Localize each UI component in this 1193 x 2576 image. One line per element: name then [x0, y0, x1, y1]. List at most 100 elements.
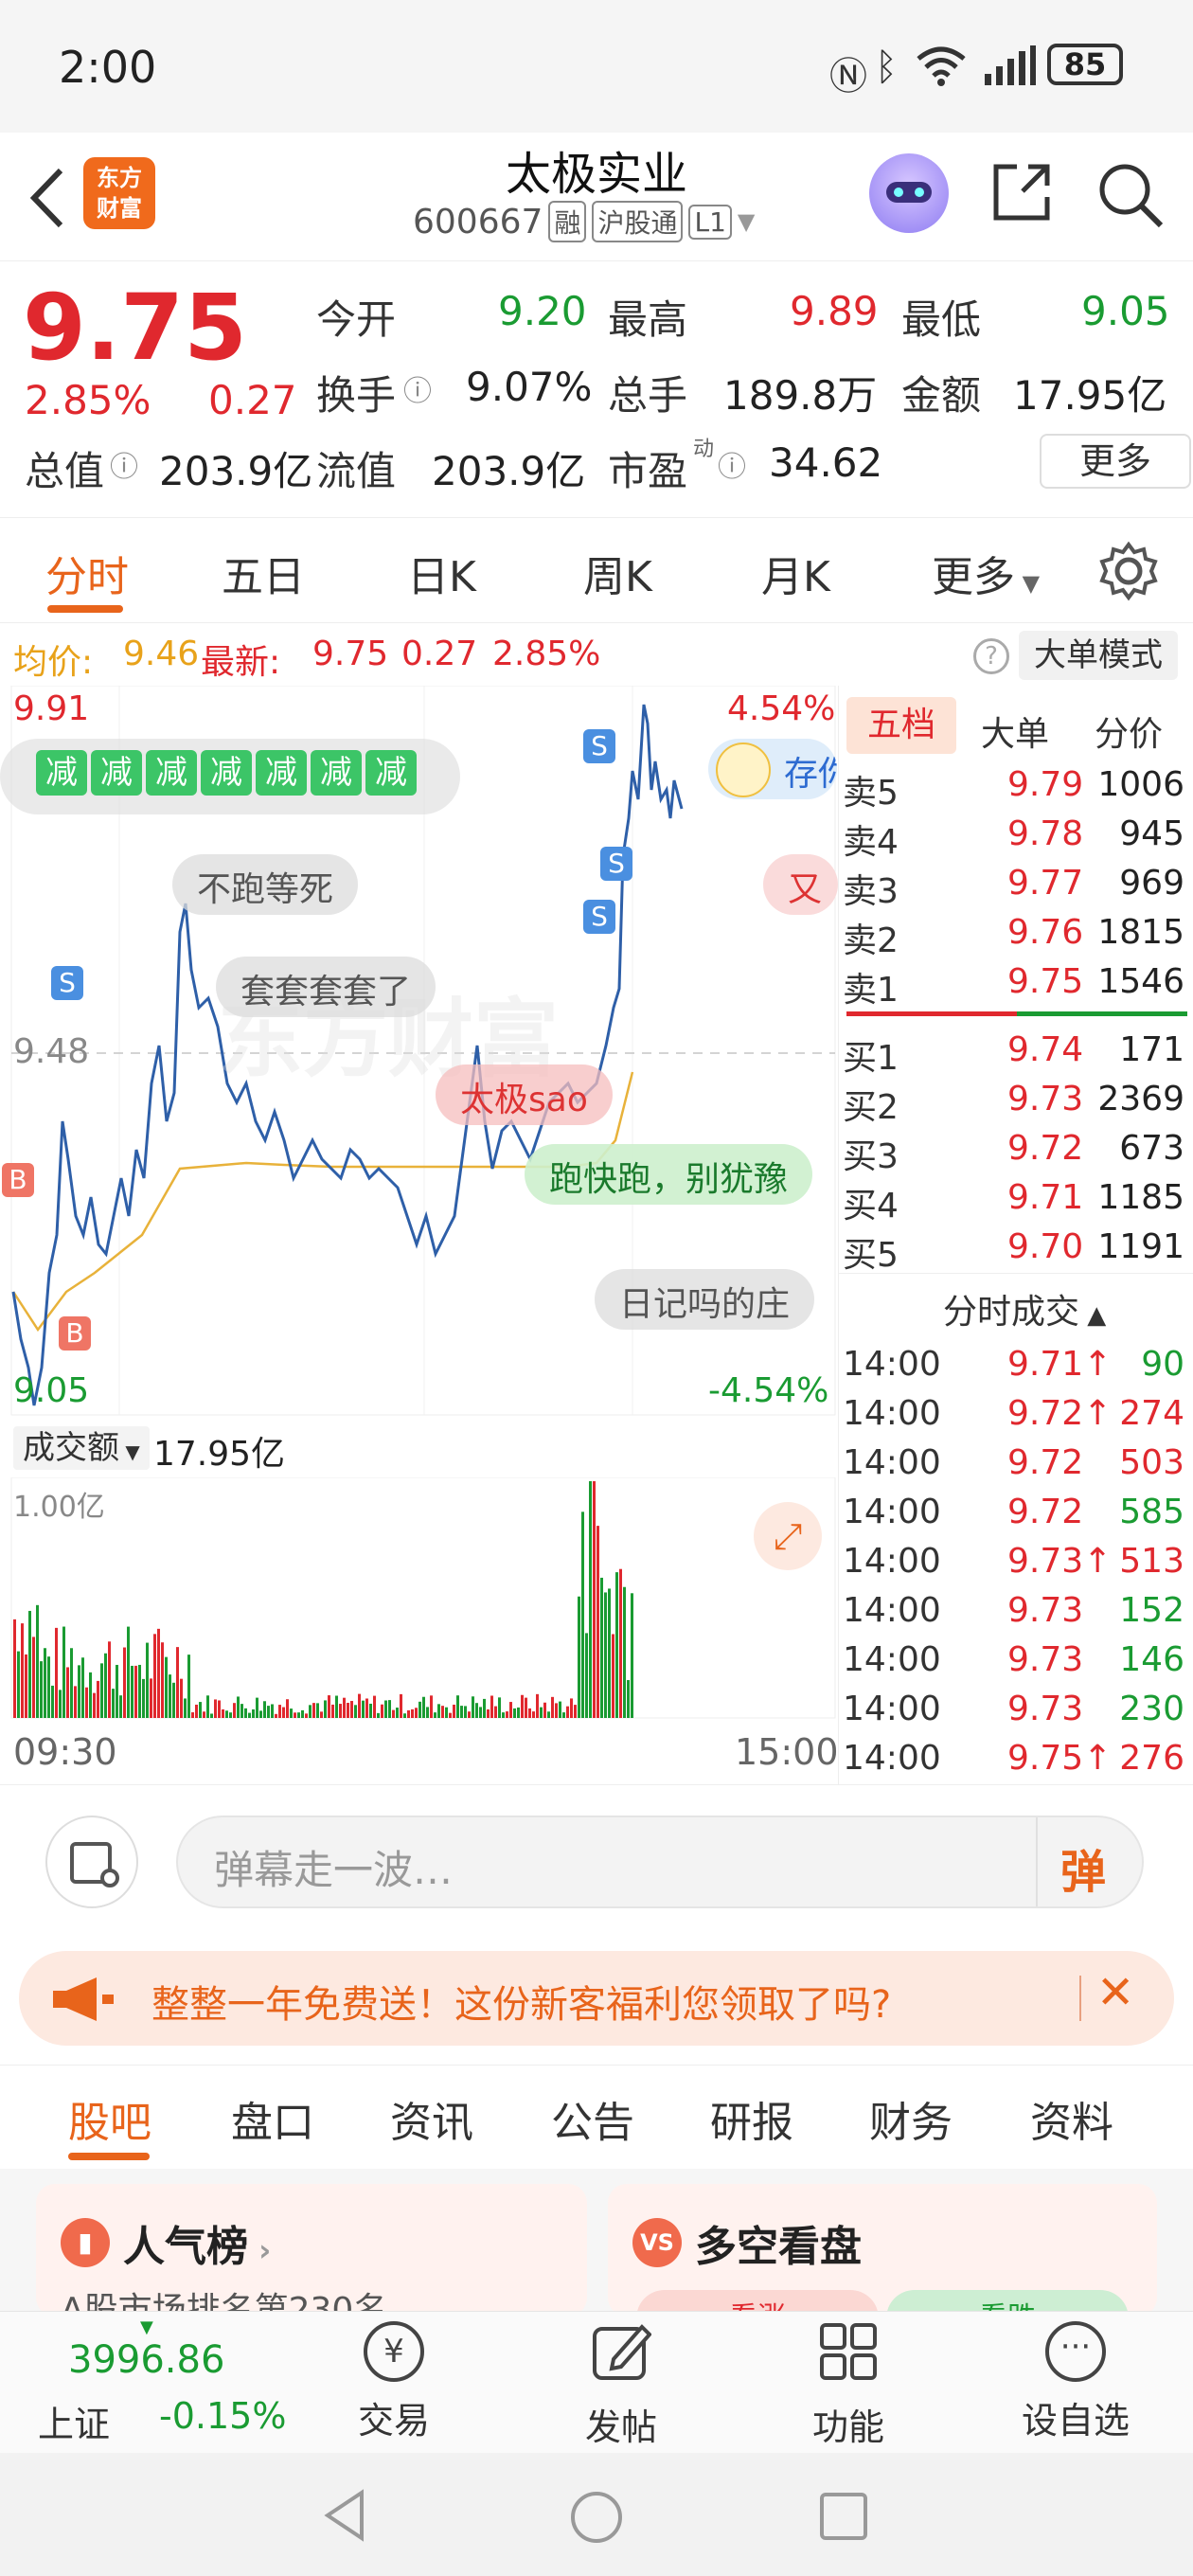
bid-level-row[interactable]: 买4 9.71 1185: [839, 1174, 1193, 1225]
ask-level-volume: 1546: [1097, 962, 1184, 1001]
low-value: 9.05: [1081, 288, 1170, 334]
tab-profile[interactable]: 资料: [1030, 2088, 1113, 2149]
tab-monthly-k[interactable]: 月K: [761, 543, 830, 603]
robot-assistant-icon[interactable]: [869, 153, 949, 233]
index-change[interactable]: -0.15%: [159, 2395, 286, 2437]
settings-gear-icon[interactable]: [1098, 541, 1159, 601]
ask-level-row[interactable]: 卖3 9.77 969: [839, 860, 1193, 911]
bid-level-price: 9.73: [1007, 1080, 1084, 1118]
tick-price: 9.73: [1007, 1640, 1084, 1679]
pe-sup: 动: [693, 438, 715, 461]
volume-bar: [85, 1687, 88, 1718]
bid-level-row[interactable]: 买1 9.74 171: [839, 1027, 1193, 1078]
tab-financials[interactable]: 财务: [869, 2088, 953, 2149]
volume-bar: [240, 1704, 243, 1718]
latest-change: 0.27: [401, 635, 478, 673]
volume-bar: [445, 1707, 448, 1718]
volume-bar: [222, 1708, 224, 1718]
volume-bar: [59, 1690, 62, 1718]
volume-bar: [392, 1709, 395, 1718]
ask-level-row[interactable]: 卖5 9.79 1006: [839, 761, 1193, 813]
volume-bar: [180, 1678, 183, 1718]
volume-bar: [146, 1642, 149, 1718]
tab-announcements[interactable]: 公告: [551, 2088, 634, 2149]
danmu-bubble[interactable]: 跑快跑，别犹豫: [525, 1144, 813, 1205]
danmu-send-button[interactable]: 弹: [1060, 1834, 1106, 1901]
nav-post[interactable]: 发帖: [564, 2321, 678, 2450]
danmu-bubble[interactable]: 又: [763, 854, 838, 915]
axis-bottom-price: 9.05: [13, 1371, 90, 1410]
help-icon[interactable]: ?: [973, 638, 1009, 674]
danmu-bubble[interactable]: 套套套套了: [216, 957, 436, 1017]
chevron-down-icon[interactable]: ▼: [738, 208, 755, 235]
ticks-title[interactable]: 分时成交 ▲: [943, 1284, 1106, 1333]
search-icon[interactable]: [1095, 159, 1166, 231]
share-icon[interactable]: [988, 159, 1055, 225]
volume-bar: [456, 1695, 459, 1718]
tab-five-day[interactable]: 五日: [222, 543, 305, 603]
index-name[interactable]: 上证: [38, 2395, 110, 2447]
tick-price: 9.72: [1007, 1493, 1084, 1531]
danmu-settings-icon[interactable]: [45, 1816, 138, 1908]
sell-marker: S: [51, 966, 83, 1000]
promo-banner[interactable]: 整整一年免费送！这份新客福利您领取了吗? ✕: [19, 1951, 1174, 2046]
bid-level-volume: 1185: [1097, 1178, 1184, 1217]
tab-big-orders[interactable]: 大单: [981, 707, 1049, 756]
tab-more[interactable]: 更多 ▼: [932, 543, 1040, 603]
ask-bid-ratio-green: [1017, 1011, 1187, 1016]
close-icon[interactable]: ✕: [1096, 1966, 1134, 2019]
nav-add-watchlist[interactable]: ··· 设自选: [1019, 2321, 1132, 2443]
tab-price-distribution[interactable]: 分价: [1095, 707, 1163, 756]
volume-bar: [47, 1656, 50, 1718]
danmu-input[interactable]: 弹幕走一波… 弹: [176, 1816, 1144, 1908]
tab-research[interactable]: 研报: [710, 2088, 793, 2149]
sell-marker: S: [583, 900, 615, 934]
high-label: 最高: [608, 296, 688, 343]
more-button[interactable]: 更多: [1040, 434, 1191, 489]
nav-functions[interactable]: 功能: [792, 2321, 905, 2450]
volume-type-selector[interactable]: 成交额 ▼: [13, 1426, 150, 1470]
tab-intraday[interactable]: 分时: [45, 543, 129, 603]
volume-bar: [116, 1664, 118, 1718]
volume-bar: [407, 1709, 410, 1718]
tab-forum[interactable]: 股吧: [68, 2088, 151, 2149]
index-value[interactable]: 3996.86: [68, 2338, 224, 2382]
big-order-mode-button[interactable]: 大单模式: [1019, 631, 1178, 680]
danmu-bubble[interactable]: 太极sao: [436, 1064, 613, 1125]
volume-bar: [547, 1711, 550, 1718]
tab-daily-k[interactable]: 日K: [407, 543, 476, 603]
battery-icon: 85: [1047, 44, 1123, 85]
tab-weekly-k[interactable]: 周K: [583, 543, 652, 603]
reduce-tag: 减: [365, 750, 417, 796]
home-circle-icon[interactable]: [568, 2489, 625, 2546]
bid-level-row[interactable]: 买5 9.70 1191: [839, 1224, 1193, 1275]
volume-bar: [44, 1648, 46, 1718]
bottom-nav: ▼ 3996.86 上证 -0.15% ¥ 交易 发帖 功能 ··· 设自选: [0, 2311, 1193, 2453]
ask-level-row[interactable]: 卖4 9.78 945: [839, 811, 1193, 862]
tick-list: 14:00 9.71↑ 90 14:00 9.72↑ 274 14:00 9.72 503 14:…: [839, 1341, 1193, 1784]
tab-news[interactable]: 资讯: [390, 2088, 473, 2149]
recents-square-icon[interactable]: [818, 2491, 869, 2542]
nav-trade[interactable]: ¥ 交易: [337, 2321, 451, 2443]
volume-bar: [210, 1713, 213, 1718]
bid-level-row[interactable]: 买2 9.73 2369: [839, 1076, 1193, 1127]
danmu-bubble[interactable]: 不跑等死: [172, 854, 359, 915]
bid-level-row[interactable]: 买3 9.72 673: [839, 1125, 1193, 1176]
volume-bar: [206, 1695, 209, 1718]
volume-bar: [460, 1706, 463, 1718]
danmu-bubble[interactable]: 日记吗的庄: [595, 1269, 815, 1330]
intraday-chart[interactable]: 9.91 4.54% 9.48 9.05 -4.54% 东方财富 减 减 减 减…: [0, 686, 839, 1784]
volume-bar: [543, 1702, 546, 1718]
info-icon[interactable]: ⓘ: [110, 443, 138, 485]
tab-five-levels[interactable]: 五档: [846, 697, 956, 754]
back-triangle-icon[interactable]: [322, 2489, 369, 2542]
popularity-card[interactable]: ▮ 人气榜 › A股市场排名第230名: [36, 2184, 587, 2317]
tick-row: 14:00 9.73 230: [839, 1686, 1193, 1735]
info-icon[interactable]: ⓘ: [718, 443, 746, 485]
info-icon[interactable]: ⓘ: [403, 367, 432, 409]
bull-bear-card[interactable]: VS 多空看盘 看涨 看跌: [608, 2184, 1157, 2317]
volume-bar: [123, 1647, 126, 1718]
tab-order-book[interactable]: 盘口: [231, 2088, 314, 2149]
ask-level-row[interactable]: 卖1 9.75 1546: [839, 958, 1193, 1010]
ask-level-row[interactable]: 卖2 9.76 1815: [839, 909, 1193, 960]
